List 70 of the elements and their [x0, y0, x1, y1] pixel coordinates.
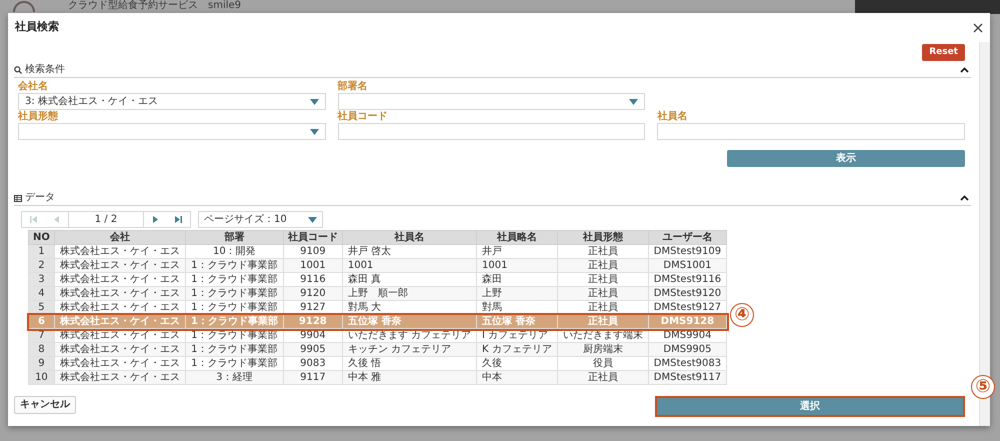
table-row[interactable]: 2 株式会社エス・ケイ・エス 1：クラウド事業部 1001 1001 1001 正社員 DMS1001: [28, 258, 727, 272]
section-title: データ: [25, 192, 55, 204]
table-cell: 9: [28, 356, 54, 370]
last-page-icon[interactable]: [174, 215, 183, 224]
field-label: 社員コード: [338, 111, 389, 123]
page-indicator: 1 / 2: [68, 212, 144, 227]
show-button[interactable]: 表示: [727, 150, 965, 167]
caret-down-icon: [308, 216, 317, 222]
select-field[interactable]: [18, 123, 326, 140]
table-cell: 9128: [283, 314, 342, 328]
next-page-icon[interactable]: [151, 215, 160, 224]
search-icon: [14, 66, 22, 74]
table-cell: 正社員: [557, 314, 648, 328]
section-title: 検索条件: [25, 64, 65, 76]
table-cell: 9117: [283, 370, 342, 384]
column-header: 社員形態: [557, 230, 648, 244]
caret-up-icon[interactable]: [960, 67, 969, 73]
table-row[interactable]: 9 株式会社エス・ケイ・エス 1：クラウド事業部 9083 久後 悟 久後 役員 DMStest9083: [28, 356, 727, 370]
field-label: 部署名: [338, 81, 369, 93]
table-cell: 五位塚 香奈: [342, 314, 477, 328]
dialog-title: 社員検索: [15, 19, 59, 36]
cancel-button[interactable]: キャンセル: [14, 396, 76, 414]
table-cell: 10: [28, 370, 54, 384]
page-size-select[interactable]: ページサイズ：10: [198, 211, 323, 228]
column-header: 会社: [54, 230, 186, 244]
table-cell: 株式会社エス・ケイ・エス: [54, 370, 186, 384]
select-field[interactable]: [338, 93, 646, 110]
column-header: NO: [28, 230, 54, 244]
caret-up-icon[interactable]: [960, 195, 969, 201]
column-header: 部署: [185, 230, 284, 244]
table-cell: DMStest9117: [648, 370, 727, 384]
table-cell: 8: [28, 342, 54, 356]
table-cell: 4: [28, 286, 54, 300]
table-cell: 1：クラウド事業部: [185, 314, 284, 328]
table-cell: 株式会社エス・ケイ・エス: [54, 314, 186, 328]
app-title: クラウド型給食予約サービス smile9: [67, 0, 242, 12]
input-field[interactable]: [338, 123, 646, 140]
table-row[interactable]: 3 株式会社エス・ケイ・エス 1：クラウド事業部 9116 森田 真 森田 正社員 DMStest9116: [28, 272, 727, 286]
table-cell: 中本: [476, 370, 558, 384]
select-button[interactable]: 選択: [655, 396, 965, 417]
column-header: ユーザー名: [648, 230, 727, 244]
table-cell: 1: [28, 244, 54, 258]
callout-number: ④: [730, 303, 754, 327]
input-field[interactable]: [657, 123, 965, 140]
reset-button[interactable]: Reset: [922, 44, 965, 61]
table-cell: 3：経理: [185, 370, 284, 384]
table-row[interactable]: 8 株式会社エス・ケイ・エス 1：クラウド事業部 9905 キッチン カフェテリア K カフェテリア 厨房端末 DMS9905: [28, 342, 727, 356]
table-cell: 五位塚 香奈: [476, 314, 558, 328]
field-label: 社員形態: [18, 111, 59, 123]
column-header: 社員略名: [476, 230, 558, 244]
table-cell: 中本 雅: [342, 370, 477, 384]
logo-icon: [12, 0, 36, 12]
table-row[interactable]: 1 株式会社エス・ケイ・エス 10：開発 9109 井戸 啓太 井戸 正社員 DMStest9109: [28, 244, 727, 258]
table-row[interactable]: 4 株式会社エス・ケイ・エス 1：クラウド事業部 9120 上野 順一郎 上野 正社員 DMStest9120: [28, 286, 727, 300]
table-cell: 3: [28, 272, 54, 286]
table-icon: [14, 194, 22, 202]
caret-down-icon: [629, 98, 638, 104]
table-cell: 2: [28, 258, 54, 272]
field-label: 会社名: [18, 81, 49, 93]
table-row[interactable]: 10 株式会社エス・ケイ・エス 3：経理 9117 中本 雅 中本 正社員 DMStest9117: [28, 370, 727, 384]
callout-number: ⑤: [971, 375, 995, 399]
close-icon[interactable]: [973, 22, 983, 32]
caret-down-icon: [310, 98, 319, 104]
select-field[interactable]: 3: 株式会社エス・ケイ・エス: [18, 93, 326, 110]
column-header: 社員名: [342, 230, 477, 244]
table-cell: 6: [28, 314, 54, 328]
caret-down-icon: [310, 128, 319, 134]
field-label: 社員名: [657, 111, 688, 123]
column-header: 社員コード: [283, 230, 342, 244]
table-cell: 正社員: [557, 370, 648, 384]
